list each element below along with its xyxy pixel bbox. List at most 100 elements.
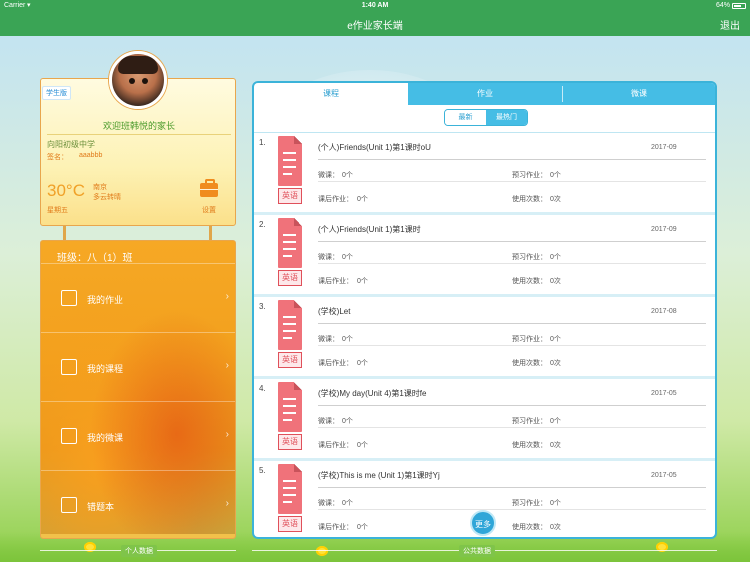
tab-homework[interactable]: 作业 — [408, 83, 562, 105]
divider — [318, 159, 706, 160]
edit-icon — [61, 290, 77, 306]
preview-count: 0个 — [550, 172, 561, 179]
usage-label: 使用次数： — [512, 442, 547, 449]
after-class-count: 0个 — [357, 524, 368, 531]
micro-label: 微课： — [318, 254, 339, 261]
course-panel: 课程 作业 微课 最新 最热门 1. 英语 (个人)Friends(Unit 1… — [252, 81, 717, 539]
subject-badge: 英语 — [278, 516, 302, 532]
menu-item-label: 我的作业 — [87, 295, 124, 305]
sort-hottest-button[interactable]: 最热门 — [486, 110, 527, 125]
course-title: (学校)My day(Unit 4)第1课时fe — [318, 389, 427, 398]
signature-label: 签名： — [47, 154, 68, 161]
micro-label: 微课： — [318, 172, 339, 179]
preview-count: 0个 — [550, 336, 561, 343]
battery-icon — [732, 3, 746, 9]
subject-badge: 英语 — [278, 270, 302, 286]
divider — [318, 345, 706, 346]
divider — [318, 427, 706, 428]
menu-card: 班级：八（1）班 我的作业 › 我的课程 › 我的微课 › 错题本 › — [40, 240, 236, 539]
after-class-label: 课后作业： — [318, 196, 353, 203]
row-index: 4. — [259, 384, 266, 393]
tab-courses[interactable]: 课程 — [254, 83, 408, 105]
more-button[interactable]: 更多 — [470, 510, 496, 536]
subject-badge: 英语 — [278, 352, 302, 368]
document-icon — [278, 136, 302, 186]
micro-count: 0个 — [342, 254, 353, 261]
preview-label: 预习作业： — [512, 336, 547, 343]
course-date: 2017-05 — [651, 390, 677, 397]
usage-label: 使用次数： — [512, 278, 547, 285]
tab-bar: 课程 作业 微课 — [254, 83, 715, 105]
document-icon — [278, 382, 302, 432]
notebook-icon — [61, 497, 77, 513]
usage-count: 0次 — [550, 278, 561, 285]
usage-label: 使用次数： — [512, 360, 547, 367]
usage-label: 使用次数： — [512, 524, 547, 531]
row-index: 3. — [259, 302, 266, 311]
usage-count: 0次 — [550, 360, 561, 367]
personal-data-tab[interactable]: 个人数据 — [121, 545, 157, 557]
course-row[interactable]: 4. 英语 (学校)My day(Unit 4)第1课时fe 2017-05 微… — [254, 379, 715, 461]
class-name: 班级：八（1）班 — [57, 253, 133, 264]
weather-city: 南京 — [93, 184, 107, 191]
temperature: 30°C — [47, 181, 85, 200]
school-name: 向阳初级中学 — [47, 140, 95, 149]
avatar[interactable] — [109, 51, 167, 109]
after-class-count: 0个 — [357, 278, 368, 285]
preview-label: 预习作业： — [512, 172, 547, 179]
sort-toggle: 最新 最热门 — [444, 109, 528, 126]
usage-count: 0次 — [550, 442, 561, 449]
after-class-count: 0个 — [357, 360, 368, 367]
preview-count: 0个 — [550, 254, 561, 261]
usage-label: 使用次数： — [512, 196, 547, 203]
course-title: (学校)Let — [318, 307, 351, 316]
after-class-label: 课后作业： — [318, 524, 353, 531]
micro-count: 0个 — [342, 500, 353, 507]
weekday: 星期五 — [47, 207, 68, 214]
preview-label: 预习作业： — [512, 418, 547, 425]
role-badge: 学生版 — [42, 86, 71, 100]
divider — [318, 263, 706, 264]
briefcase-icon[interactable] — [200, 179, 218, 197]
course-row[interactable]: 3. 英语 (学校)Let 2017-08 微课： 0个 预习作业： 0个 课后… — [254, 297, 715, 379]
logout-button[interactable]: 退出 — [720, 17, 740, 32]
video-icon — [61, 428, 77, 444]
settings-button[interactable]: 设置 — [202, 205, 216, 215]
flower-decoration — [316, 546, 328, 556]
course-title: (个人)Friends(Unit 1)第1课时 — [318, 225, 421, 234]
document-icon — [278, 218, 302, 268]
weather-description: 多云转晴 — [93, 194, 121, 201]
course-row[interactable]: 2. 英语 (个人)Friends(Unit 1)第1课时 2017-09 微课… — [254, 215, 715, 297]
chevron-right-icon: › — [225, 429, 229, 440]
sort-newest-button[interactable]: 最新 — [445, 110, 486, 125]
profile-card: 学生版 欢迎班韩悦的家长 向阳初级中学 签名： aaabbb 30°C 南京 多… — [40, 51, 236, 226]
menu-item-my-micro-lessons[interactable]: 我的微课 › — [41, 401, 235, 470]
tab-micro-lessons[interactable]: 微课 — [563, 83, 715, 105]
status-time: 1:40 AM — [361, 2, 389, 9]
micro-label: 微课： — [318, 500, 339, 507]
micro-count: 0个 — [342, 418, 353, 425]
preview-label: 预习作业： — [512, 500, 547, 507]
welcome-text: 欢迎班韩悦的家长 — [102, 121, 175, 131]
document-icon — [278, 300, 302, 350]
course-date: 2017-08 — [651, 308, 677, 315]
menu-item-my-courses[interactable]: 我的课程 › — [41, 332, 235, 401]
micro-label: 微课： — [318, 336, 339, 343]
divider — [318, 181, 706, 182]
public-data-tab[interactable]: 公共数据 — [459, 545, 495, 557]
course-title: (个人)Friends(Unit 1)第1课时oU — [318, 143, 431, 152]
menu-item-my-homework[interactable]: 我的作业 › — [41, 263, 235, 332]
preview-count: 0个 — [550, 418, 561, 425]
row-index: 2. — [259, 220, 266, 229]
preview-label: 预习作业： — [512, 254, 547, 261]
divider — [318, 509, 706, 510]
micro-count: 0个 — [342, 172, 353, 179]
chevron-right-icon: › — [225, 360, 229, 371]
page-title: e作业家长端 — [347, 21, 403, 32]
micro-label: 微课： — [318, 418, 339, 425]
after-class-label: 课后作业： — [318, 278, 353, 285]
course-row[interactable]: 1. 英语 (个人)Friends(Unit 1)第1课时oU 2017-09 … — [254, 133, 715, 215]
document-icon — [278, 464, 302, 514]
divider — [318, 323, 706, 324]
menu-item-mistake-book[interactable]: 错题本 › — [41, 470, 235, 538]
